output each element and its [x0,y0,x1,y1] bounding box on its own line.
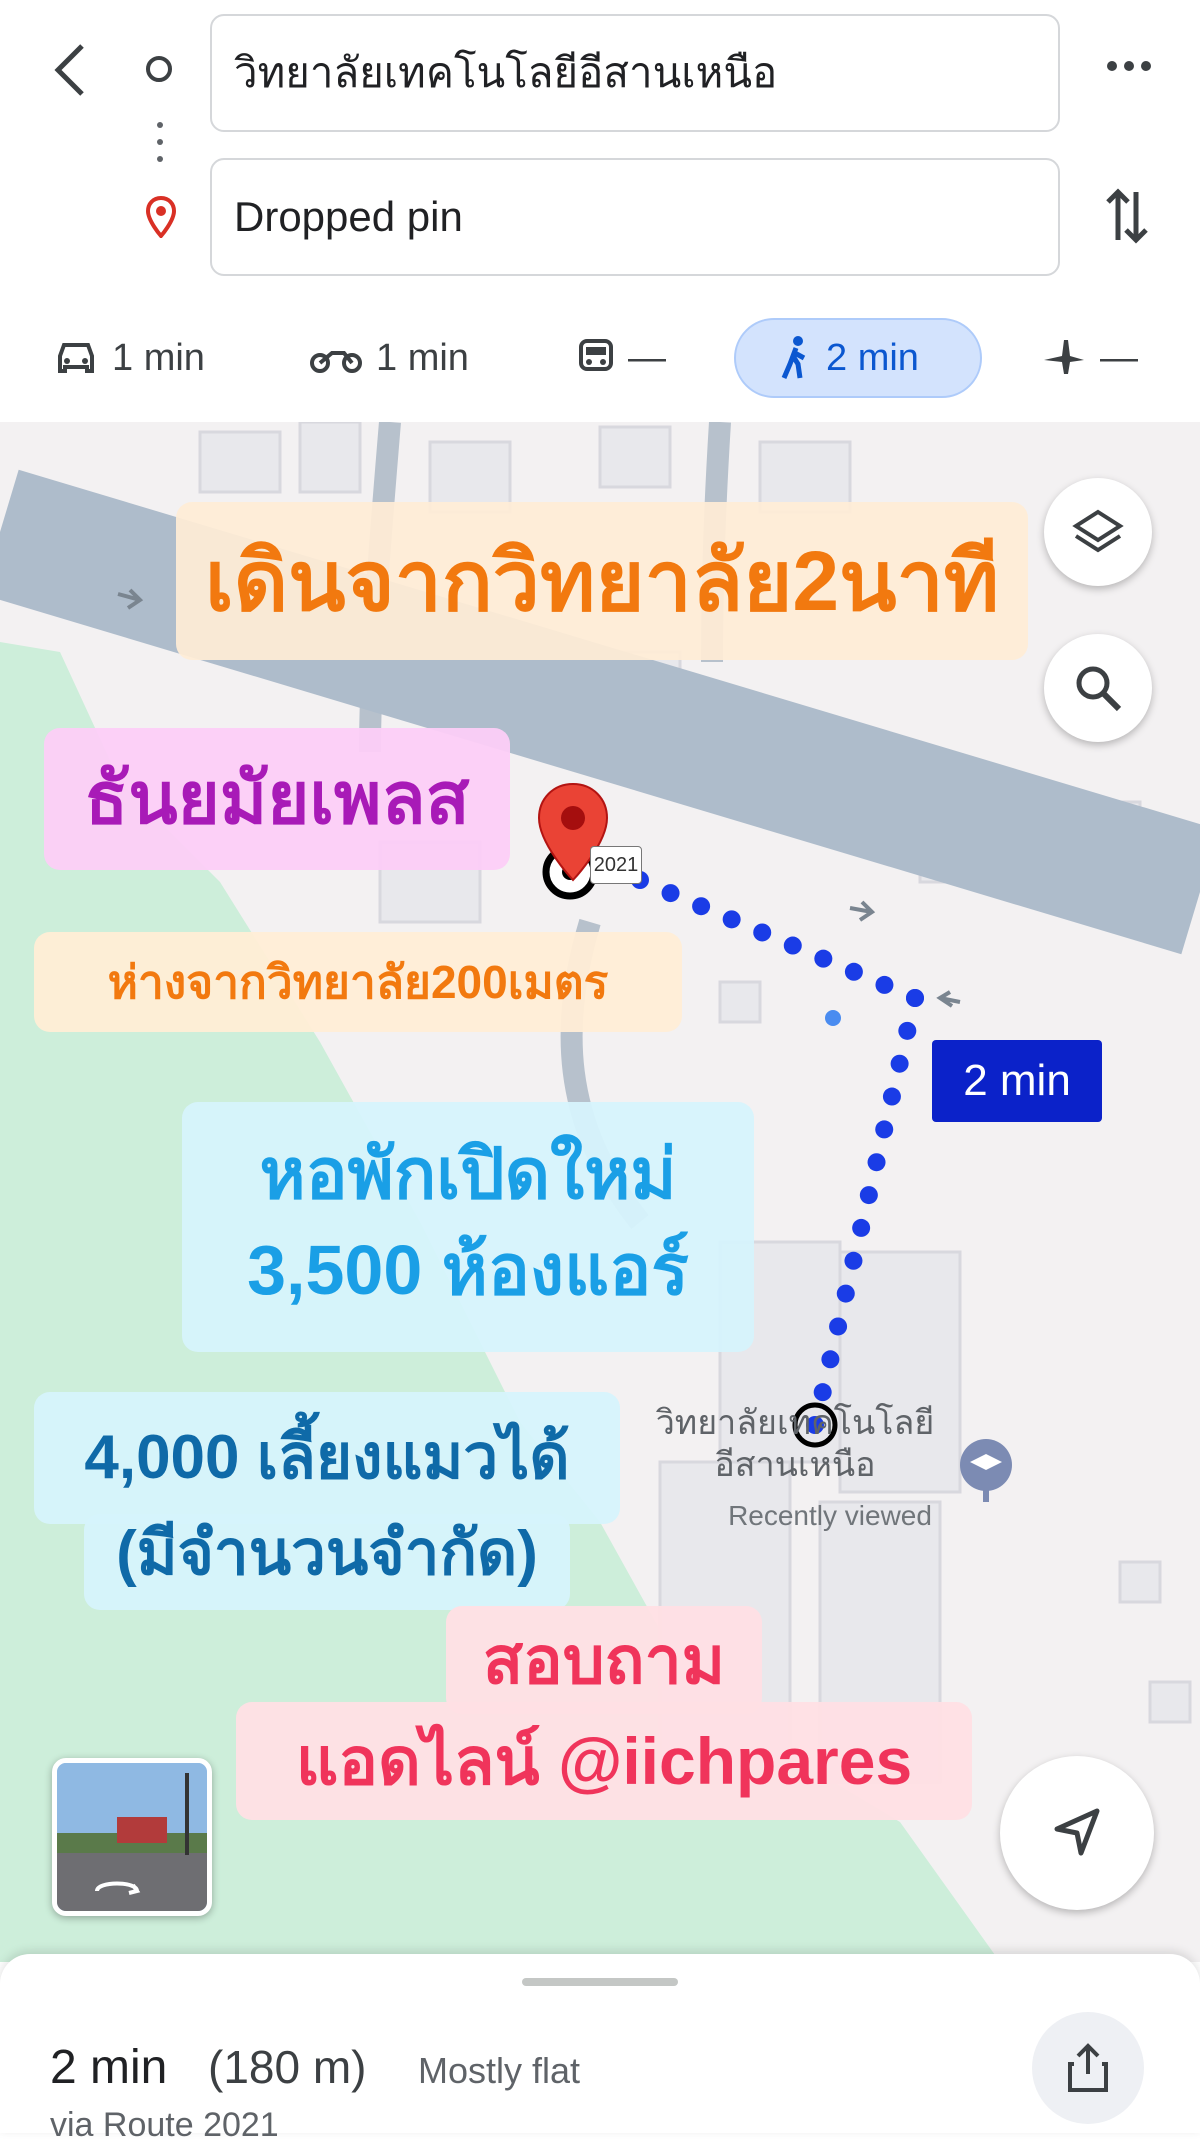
plane-icon [1044,340,1084,374]
route-number-badge: 2021 [590,846,642,884]
mode-flight-time: — [1100,336,1138,379]
route-dot [898,1021,917,1040]
route-time-label: 2 min [932,1040,1102,1122]
back-arrow-icon [54,44,84,96]
route-summary-sheet[interactable]: 2 min (180 m) Mostly flat via Route 2021 [0,1954,1200,2144]
route-distance: (180 m) [208,2041,367,2093]
route-dot [844,962,863,981]
route-dot [783,936,802,955]
route-dot [844,1251,863,1270]
street-view-image [57,1763,207,1911]
overlay-dorm-line1: หอพักเปิดใหม่ [259,1135,677,1213]
route-dots-icon [157,122,163,173]
route-terrain: Mostly flat [418,2050,581,2091]
share-button[interactable] [1032,2012,1144,2124]
overlay-walk-time: เดินจากวิทยาลัย2นาที [176,502,1028,660]
college-place-label[interactable]: วิทยาลัยเทคโนโลยี อีสานเหนือ [630,1402,960,1486]
directions-header: วิทยาลัยเทคโนโลยีอีสานเหนือ Dropped pin … [0,0,1200,420]
mode-drive-time: 1 min [112,336,205,379]
overlay-contact-title: สอบถาม [446,1606,762,1714]
route-dot [661,884,680,903]
overlay-cat-price: 4,000 เลี้ยงแมวได้ [34,1392,620,1524]
more-options-icon[interactable] [1104,58,1154,79]
back-button[interactable] [40,30,100,110]
mode-motorcycle[interactable]: 1 min [310,318,469,398]
layers-icon [1072,509,1124,553]
mode-walk-time: 2 min [826,336,919,379]
walk-icon [781,336,806,379]
travel-modes: 1 min 1 min — 2 min — [0,318,1200,408]
recently-viewed-label: Recently viewed [728,1500,932,1531]
overlay-dorm-line2: 3,500 ห้องแอร์ [247,1231,689,1309]
street-view-thumbnail[interactable] [52,1758,212,1916]
search-icon [1076,666,1122,712]
route-dot [813,1383,832,1402]
overlay-dorm-price: หอพักเปิดใหม่ 3,500 ห้องแอร์ [182,1102,754,1352]
route-via: via Route 2021 [50,2106,279,2144]
route-dot [814,949,833,968]
overlay-place-name: ธันยมัยเพลส [44,728,510,870]
mode-transit-time: — [628,336,666,379]
start-navigation-button[interactable] [1000,1756,1154,1910]
route-duration: 2 min [50,2041,168,2094]
route-dot [890,1054,909,1073]
origin-circle-icon [146,56,172,82]
route-dot [882,1087,901,1106]
share-icon [1068,2043,1108,2092]
mode-flight[interactable]: — [1042,318,1138,398]
navigation-arrow-icon [1054,1808,1100,1856]
search-along-route-button[interactable] [1044,634,1152,742]
college-label-line2: อีสานเหนือ [714,1446,876,1484]
route-dot [859,1186,878,1205]
route-dot [836,1284,855,1303]
route-dot [753,923,772,942]
route-dot [821,1350,840,1369]
car-icon [58,343,94,373]
mode-transit[interactable]: — [578,318,666,398]
route-dot [692,897,711,916]
route-dot [852,1218,871,1237]
mode-drive[interactable]: 1 min [54,318,205,398]
route-dot [867,1153,886,1172]
overlay-contact-line: แอดไลน์ @iichpares [236,1702,972,1820]
sheet-drag-handle[interactable] [522,1978,678,1986]
route-dot [875,975,894,994]
route-dot [829,1317,848,1336]
destination-input[interactable]: Dropped pin [210,158,1060,276]
destination-pin-icon [145,195,177,243]
train-icon [579,339,613,371]
origin-input[interactable]: วิทยาลัยเทคโนโลยีอีสานเหนือ [210,14,1060,132]
layers-button[interactable] [1044,478,1152,586]
mode-motorcycle-time: 1 min [376,336,469,379]
route-dot [906,989,924,1007]
route-dot [875,1120,894,1139]
college-label-line1: วิทยาลัยเทคโนโลยี [655,1404,935,1442]
motorcycle-icon [310,351,362,373]
overlay-cat-limit: (มีจำนวนจำกัด) [84,1514,570,1610]
mode-walk[interactable]: 2 min [734,318,982,398]
swap-icon[interactable] [1104,186,1150,251]
overlay-distance: ห่างจากวิทยาลัย200เมตร [34,932,682,1032]
map-canvas[interactable]: 2021 เดินจากวิทยาลัย2นาที ธันยมัยเพลส ห่… [0,422,1200,1962]
route-dot [722,910,741,929]
